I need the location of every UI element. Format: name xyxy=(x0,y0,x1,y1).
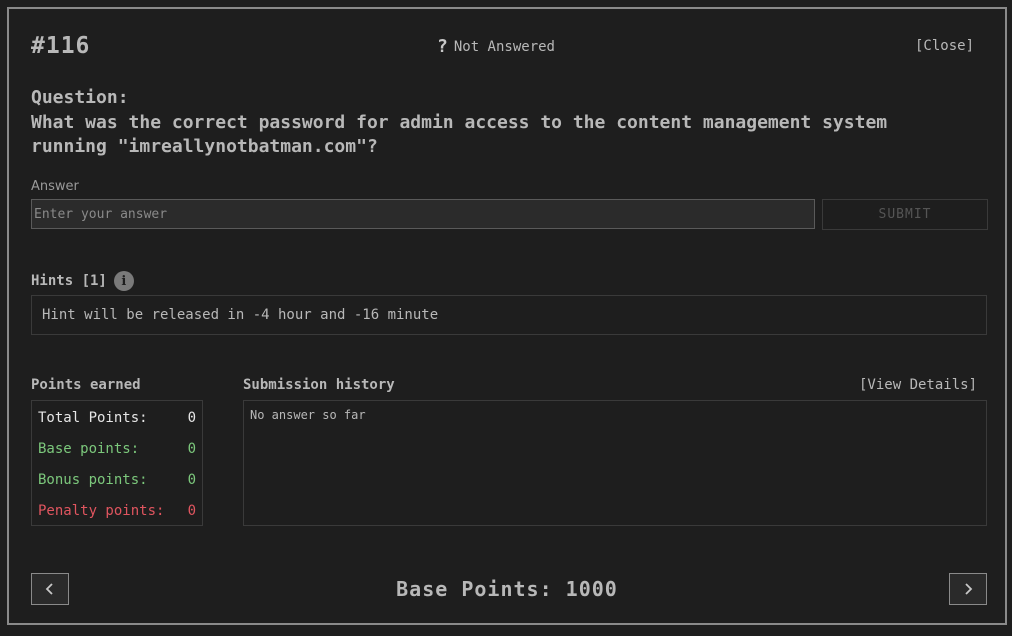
points-box: Total Points: 0 Base points: 0 Bonus poi… xyxy=(31,400,203,526)
penalty-points-label: Penalty points: xyxy=(38,503,165,519)
total-points-row: Total Points: 0 xyxy=(38,410,196,426)
base-points-footer: Base Points: 1000 xyxy=(396,577,618,601)
answer-status: ? Not Answered xyxy=(437,36,555,57)
answer-input[interactable] xyxy=(31,199,815,229)
hint-text: Hint will be released in -4 hour and -16… xyxy=(42,307,439,323)
close-button[interactable]: [Close] xyxy=(915,38,974,54)
answer-label: Answer xyxy=(31,179,79,194)
info-icon[interactable]: i xyxy=(113,271,134,291)
submission-empty-text: No answer so far xyxy=(250,408,366,422)
penalty-points-value: 0 xyxy=(187,503,196,519)
hints-header: Hints [1] i xyxy=(31,271,134,291)
chevron-right-icon xyxy=(965,583,973,595)
submission-history-label: Submission history xyxy=(243,377,395,393)
question-label: Question: xyxy=(31,87,129,108)
status-text: Not Answered xyxy=(453,38,555,55)
next-question-button[interactable] xyxy=(949,573,987,605)
submit-button[interactable]: SUBMIT xyxy=(822,199,988,230)
question-text: What was the correct password for admin … xyxy=(31,112,888,157)
question-modal: #116 ? Not Answered [Close] Question: Wh… xyxy=(7,7,1007,625)
bonus-points-value: 0 xyxy=(187,472,196,488)
penalty-points-row: Penalty points: 0 xyxy=(38,503,196,519)
question-number: #116 xyxy=(31,33,91,59)
view-details-link[interactable]: [View Details] xyxy=(859,377,977,393)
question-mark-icon: ? xyxy=(437,36,448,57)
base-points-value: 0 xyxy=(187,441,196,457)
total-points-value: 0 xyxy=(187,410,196,426)
total-points-label: Total Points: xyxy=(38,410,148,426)
submission-history-box[interactable]: No answer so far xyxy=(243,400,987,526)
bonus-points-row: Bonus points: 0 xyxy=(38,472,196,488)
hints-label: Hints [1] xyxy=(31,273,107,289)
hint-box: Hint will be released in -4 hour and -16… xyxy=(31,295,987,335)
base-points-row: Base points: 0 xyxy=(38,441,196,457)
points-earned-label: Points earned xyxy=(31,377,141,393)
base-points-label: Base points: xyxy=(38,441,140,457)
bonus-points-label: Bonus points: xyxy=(38,472,148,488)
